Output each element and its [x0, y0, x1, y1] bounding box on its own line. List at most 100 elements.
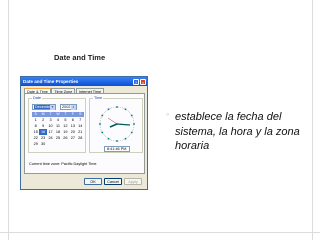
clock-minute-tick: [113, 107, 114, 108]
time-group: Time 8:41:46 PM: [89, 96, 143, 153]
bullet-icon: ◦: [166, 109, 170, 119]
bullet-text: establece la fecha del sistema, la hora …: [175, 111, 300, 152]
clock-minute-tick: [100, 127, 101, 128]
clock-minute-tick: [126, 137, 128, 139]
clock-minute-tick: [121, 107, 123, 109]
date-group-label: Date: [32, 96, 43, 100]
clock-hour-tick: [107, 137, 110, 140]
clock-hour-tick: [99, 123, 101, 125]
clock-hour-tick: [124, 137, 127, 140]
clock-minute-tick: [105, 111, 106, 112]
clock-hour-tick: [124, 108, 127, 111]
clock-minute-tick: [106, 109, 108, 111]
clock-minute-tick: [100, 120, 101, 121]
apply-button[interactable]: Apply: [124, 178, 142, 185]
spinner-arrows-icon[interactable]: ⇕: [71, 105, 76, 110]
timezone-status: Current time zone: Pacific Daylight Time: [29, 162, 97, 166]
close-button[interactable]: ×: [140, 78, 146, 85]
clock-minute-tick: [130, 113, 132, 115]
clock-minute-tick: [118, 106, 120, 108]
clock-hour-tick: [130, 131, 133, 134]
clock-hour-tick: [116, 140, 118, 142]
clock-minute-tick: [128, 136, 129, 137]
clock-minute-tick: [114, 106, 116, 108]
clock-minute-tick: [132, 130, 133, 132]
analog-clock-icon: [99, 106, 135, 142]
clock-minute-tick: [109, 139, 111, 140]
clock-hour-tick: [101, 114, 104, 117]
clock-minute-tick: [132, 128, 134, 130]
clock-minute-tick: [133, 121, 135, 123]
year-value: 2002: [62, 105, 71, 109]
clock-hour-tick: [116, 106, 118, 108]
time-group-label: Time: [93, 96, 104, 100]
year-spinner[interactable]: 2002 ⇕: [60, 104, 77, 110]
calendar-day: [69, 141, 76, 147]
clock-minute-tick: [102, 133, 104, 135]
clock-center: [116, 123, 118, 125]
calendar-day: [77, 141, 84, 147]
month-select[interactable]: December ▼: [32, 104, 56, 110]
clock-minute-tick: [104, 112, 105, 113]
frame-line-bottom: [0, 232, 320, 233]
calendar-day: [54, 141, 61, 147]
chevron-down-icon[interactable]: ▼: [50, 105, 55, 110]
cancel-button[interactable]: Cancel: [104, 178, 122, 185]
clock-minute-tick: [132, 118, 134, 120]
clock-minute-tick: [133, 125, 135, 127]
clock-minute-tick: [126, 109, 128, 111]
clock-minute-tick: [118, 140, 120, 142]
clock-minute-tick: [99, 125, 101, 127]
tab-panel-date-time: Date December ▼ 2002 ⇕ S M T W T F S 1 2…: [24, 93, 145, 174]
clock-minute-tick: [130, 133, 132, 135]
clock-minute-tick: [99, 121, 101, 123]
clock-minute-tick: [123, 108, 125, 109]
date-time-properties-dialog: Date and Time Properties ? × Date & Time…: [20, 76, 148, 190]
calendar-day[interactable]: 29: [32, 141, 39, 147]
clock-hour-tick: [133, 123, 135, 125]
clock-minute-tick: [101, 130, 102, 132]
help-button[interactable]: ?: [133, 78, 139, 85]
ok-button[interactable]: OK: [84, 178, 102, 185]
clock-minute-tick: [128, 111, 129, 112]
calendar-grid: S M T W T F S 1 2 3 4 5 6 7 8 9 10 11 12 13 14 15 16 17 1…: [32, 112, 84, 147]
clock-minute-tick: [132, 116, 133, 118]
clock-minute-tick: [133, 127, 134, 128]
dialog-title: Date and Time Properties: [23, 79, 79, 84]
calendar-body: 1 2 3 4 5 6 7 8 9 10 11 12 13 14 15 16 17 18 19 20 21 22 23 24 2…: [32, 117, 84, 147]
clock-hour-hand: [109, 123, 118, 128]
clock-minute-tick: [129, 112, 130, 113]
clock-minute-tick: [129, 135, 130, 136]
time-input[interactable]: 8:41:46 PM: [104, 146, 130, 152]
clock-minute-tick: [109, 108, 111, 109]
clock-minute-tick: [133, 120, 134, 121]
clock-minute-tick: [102, 113, 104, 115]
clock-minute-tick: [120, 140, 121, 141]
clock-hour-tick: [130, 114, 133, 117]
frame-line-left: [8, 0, 9, 240]
clock-minute-tick: [100, 128, 102, 130]
clock-minute-tick: [111, 139, 113, 141]
clock-minute-tick: [101, 116, 102, 118]
clock-second-hand: [107, 117, 118, 125]
calendar-week-row: 29 30: [32, 141, 84, 147]
clock-hour-tick: [107, 108, 110, 111]
clock-minute-tick: [105, 136, 106, 137]
dialog-titlebar[interactable]: Date and Time Properties ? ×: [21, 77, 147, 86]
clock-minute-tick: [104, 135, 105, 136]
slide-title: Date and Time: [54, 53, 106, 62]
clock-minute-tick: [100, 118, 102, 120]
calendar-day: [62, 141, 69, 147]
clock-minute-tick: [120, 107, 121, 108]
calendar-day: [47, 141, 54, 147]
slide: Date and Time Date and Time Properties ?…: [0, 0, 320, 240]
clock-minute-tick: [123, 139, 125, 140]
clock-hour-tick: [101, 131, 104, 134]
calendar-day[interactable]: 30: [39, 141, 46, 147]
clock-minute-tick: [114, 140, 116, 142]
clock-minute-hand: [116, 123, 131, 126]
date-group: Date December ▼ 2002 ⇕ S M T W T F S 1 2…: [28, 96, 86, 153]
clock-minute-tick: [113, 140, 114, 141]
clock-minute-tick: [121, 139, 123, 141]
clock-minute-tick: [106, 137, 108, 139]
